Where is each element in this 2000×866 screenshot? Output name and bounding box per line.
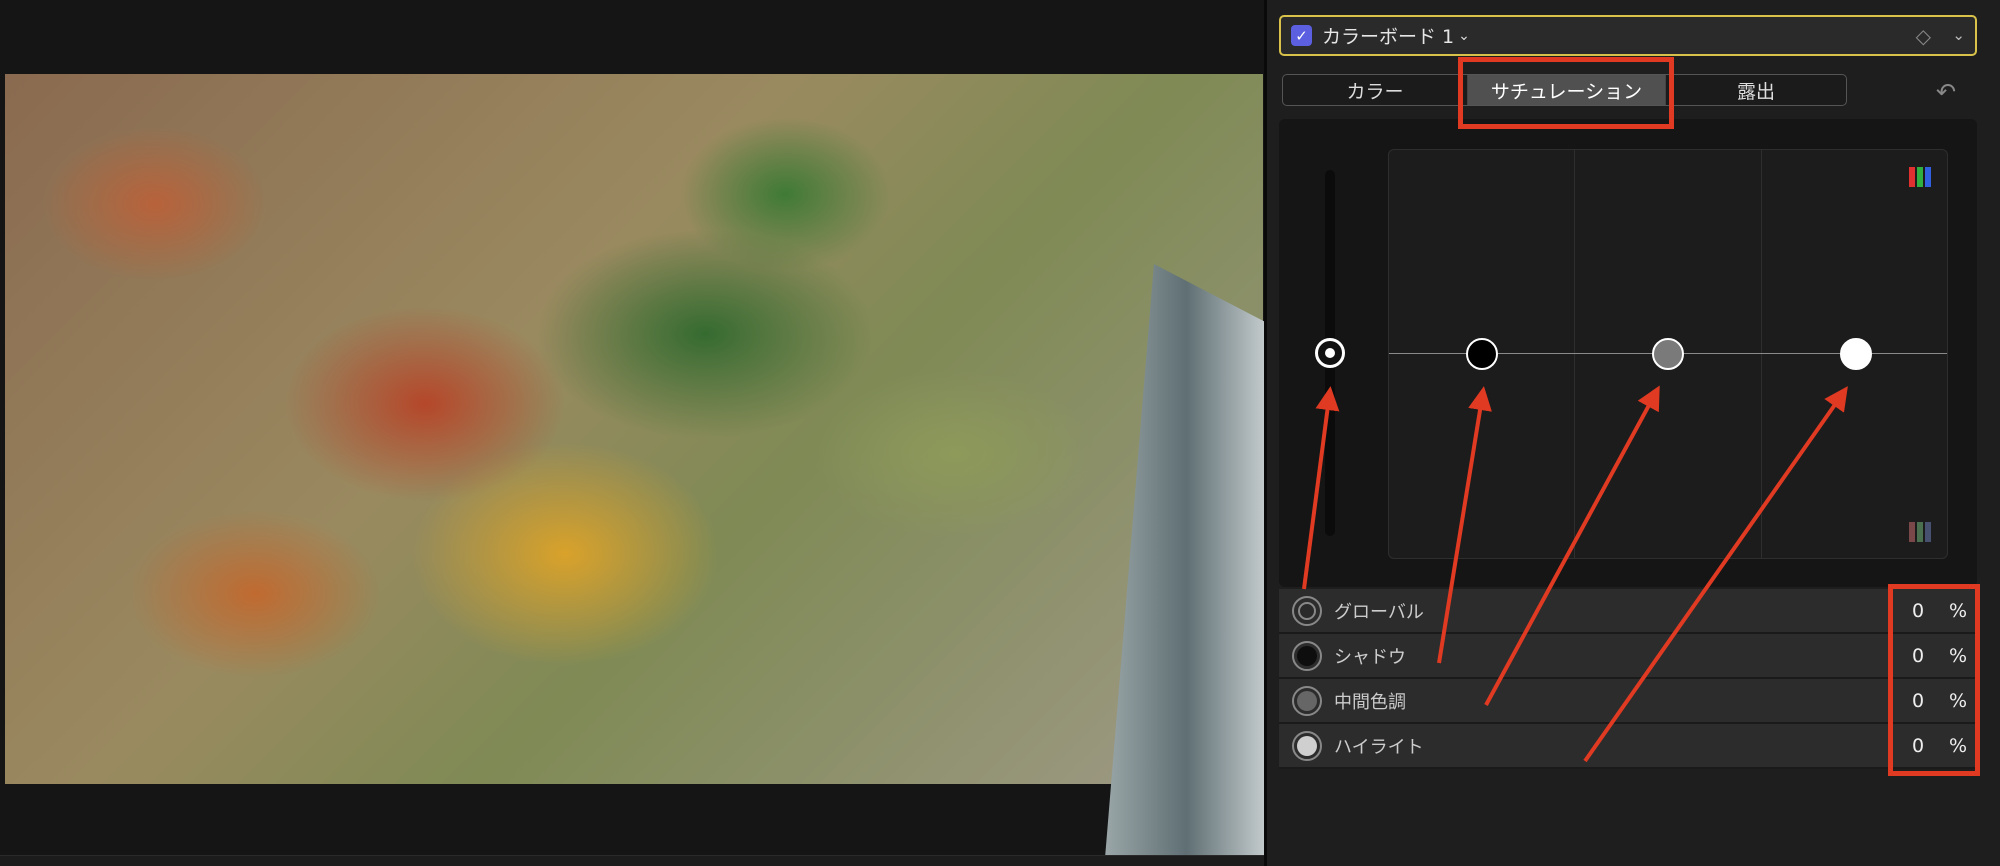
annotation-arrow (1484, 385, 1660, 706)
annotation-arrows (1302, 385, 1848, 763)
annotation-arrow (1437, 386, 1492, 664)
annotation-arrow (1302, 386, 1340, 590)
